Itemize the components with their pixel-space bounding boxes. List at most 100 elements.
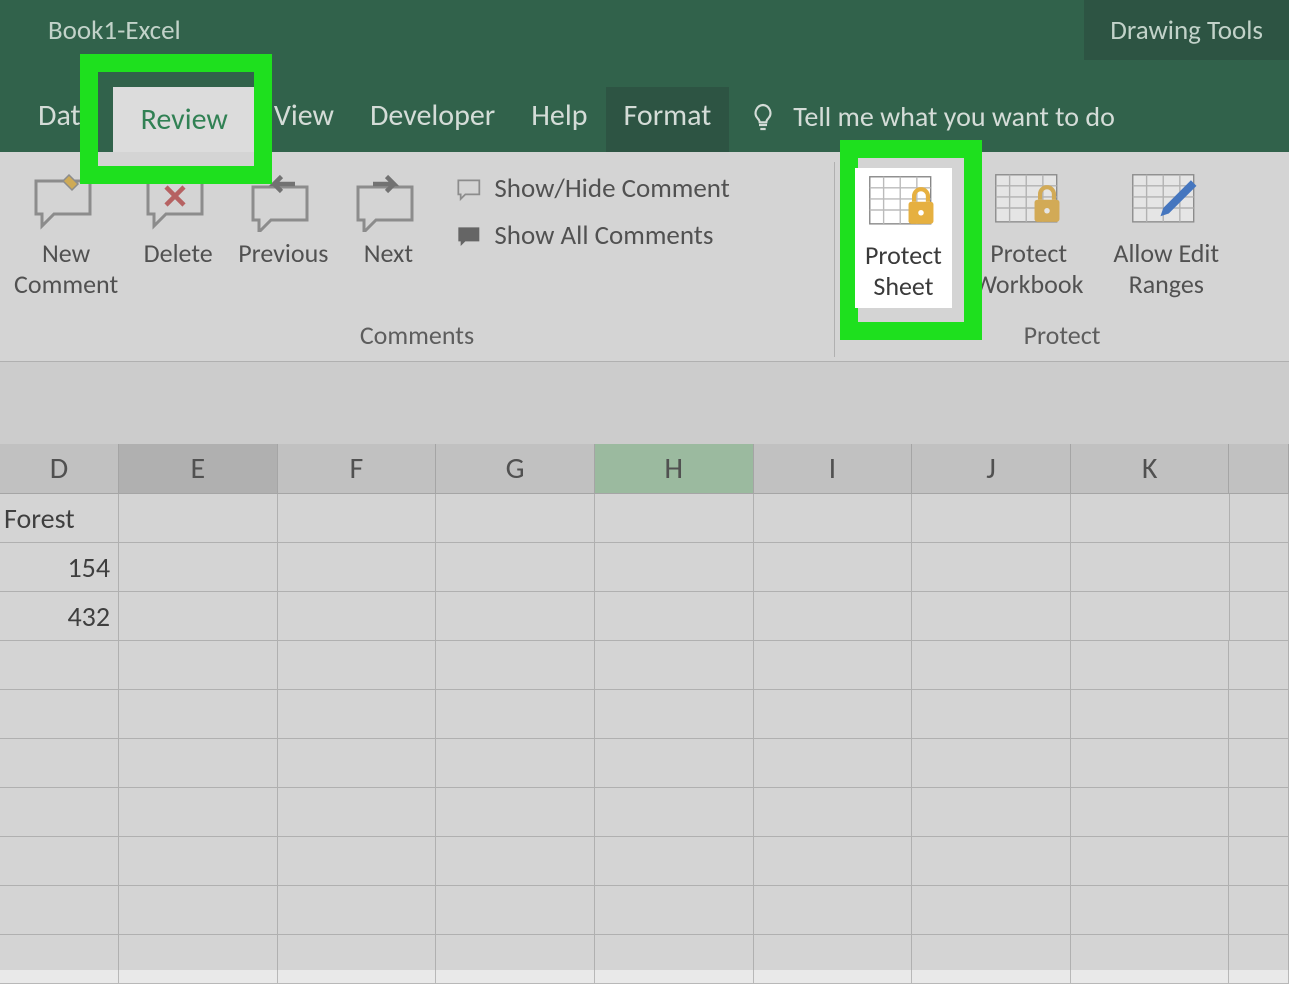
cell[interactable]: [754, 886, 913, 935]
cell[interactable]: [436, 543, 595, 592]
cell[interactable]: [1230, 592, 1289, 641]
previous-comment-button[interactable]: Previous: [230, 168, 336, 273]
cell[interactable]: [278, 886, 437, 935]
cell[interactable]: [436, 788, 595, 837]
cell[interactable]: [119, 641, 278, 690]
cell[interactable]: [278, 641, 437, 690]
cell[interactable]: [1229, 935, 1289, 984]
col-header-J[interactable]: J: [912, 444, 1071, 494]
tab-view[interactable]: View: [256, 87, 352, 152]
tab-review[interactable]: Review: [113, 87, 256, 152]
tab-developer[interactable]: Developer: [352, 87, 513, 152]
cell[interactable]: [595, 886, 754, 935]
cell[interactable]: [0, 837, 119, 886]
cell-D1[interactable]: Forest: [0, 494, 119, 543]
cell[interactable]: [754, 690, 913, 739]
cell[interactable]: [278, 837, 437, 886]
protect-workbook-button[interactable]: ProtectWorkbook: [966, 168, 1092, 304]
allow-edit-ranges-button[interactable]: Allow EditRanges: [1105, 168, 1227, 304]
cell[interactable]: [278, 690, 437, 739]
cell[interactable]: [119, 690, 278, 739]
cell[interactable]: [754, 837, 913, 886]
cell[interactable]: [595, 592, 754, 641]
cell[interactable]: [912, 788, 1071, 837]
cell[interactable]: [436, 886, 595, 935]
cell[interactable]: [912, 886, 1071, 935]
cell[interactable]: [912, 592, 1071, 641]
cell[interactable]: [1071, 788, 1230, 837]
cell[interactable]: [1229, 788, 1289, 837]
cell[interactable]: [754, 592, 913, 641]
cell[interactable]: [595, 739, 754, 788]
cell[interactable]: [595, 837, 754, 886]
cell[interactable]: [0, 935, 119, 984]
cell[interactable]: [1071, 690, 1230, 739]
cell[interactable]: [912, 494, 1071, 543]
cell[interactable]: [119, 494, 278, 543]
cell[interactable]: [1071, 494, 1230, 543]
cell[interactable]: [754, 494, 913, 543]
cell[interactable]: [436, 690, 595, 739]
delete-comment-button[interactable]: Delete: [134, 168, 222, 273]
cell[interactable]: [119, 935, 278, 984]
cell[interactable]: [754, 739, 913, 788]
cell-D3[interactable]: 432: [0, 592, 119, 641]
next-comment-button[interactable]: Next: [344, 168, 432, 273]
tab-format[interactable]: Format: [606, 87, 730, 152]
cell[interactable]: [754, 788, 913, 837]
tab-help[interactable]: Help: [513, 87, 605, 152]
cell[interactable]: [119, 739, 278, 788]
cell[interactable]: [1071, 837, 1230, 886]
cell[interactable]: [436, 837, 595, 886]
cell[interactable]: [1229, 886, 1289, 935]
cell[interactable]: [1229, 837, 1289, 886]
col-header-F[interactable]: F: [278, 444, 437, 494]
cell[interactable]: [912, 543, 1071, 592]
cell[interactable]: [278, 494, 437, 543]
col-header-H[interactable]: H: [595, 444, 754, 494]
cell[interactable]: [1071, 543, 1230, 592]
cell[interactable]: [754, 935, 913, 984]
cell[interactable]: [912, 739, 1071, 788]
cell[interactable]: [912, 935, 1071, 984]
show-hide-comment-button[interactable]: Show/Hide Comment: [450, 168, 735, 209]
col-header-D[interactable]: D: [0, 444, 119, 494]
col-header-I[interactable]: I: [754, 444, 913, 494]
new-comment-button[interactable]: NewComment: [6, 168, 126, 304]
cell[interactable]: [1071, 739, 1230, 788]
col-header-E[interactable]: E: [119, 444, 278, 494]
col-header-G[interactable]: G: [436, 444, 595, 494]
show-all-comments-button[interactable]: Show All Comments: [450, 215, 735, 256]
cell[interactable]: [1071, 641, 1230, 690]
cell[interactable]: [0, 690, 119, 739]
cell[interactable]: [119, 788, 278, 837]
cell[interactable]: [278, 788, 437, 837]
cell[interactable]: [912, 641, 1071, 690]
cell[interactable]: [119, 543, 278, 592]
cell[interactable]: [0, 886, 119, 935]
cell[interactable]: [595, 788, 754, 837]
cell[interactable]: [912, 837, 1071, 886]
cell[interactable]: [1230, 543, 1289, 592]
col-header-partial[interactable]: [1229, 444, 1289, 494]
cell[interactable]: [595, 543, 754, 592]
cell[interactable]: [278, 592, 437, 641]
cell[interactable]: [278, 935, 437, 984]
cell[interactable]: [1229, 739, 1289, 788]
cell[interactable]: [754, 543, 913, 592]
protect-sheet-button[interactable]: ProtectSheet: [855, 168, 952, 308]
formula-bar-area[interactable]: [0, 362, 1289, 444]
cell[interactable]: [1230, 494, 1289, 543]
cell[interactable]: [912, 690, 1071, 739]
cell[interactable]: [119, 837, 278, 886]
cell[interactable]: [0, 788, 119, 837]
cell[interactable]: [278, 739, 437, 788]
cell[interactable]: [436, 641, 595, 690]
cell[interactable]: [595, 690, 754, 739]
cell[interactable]: [595, 641, 754, 690]
col-header-K[interactable]: K: [1071, 444, 1230, 494]
cell[interactable]: [1071, 886, 1230, 935]
cell[interactable]: [1071, 592, 1230, 641]
cell[interactable]: [119, 886, 278, 935]
cell[interactable]: [595, 494, 754, 543]
